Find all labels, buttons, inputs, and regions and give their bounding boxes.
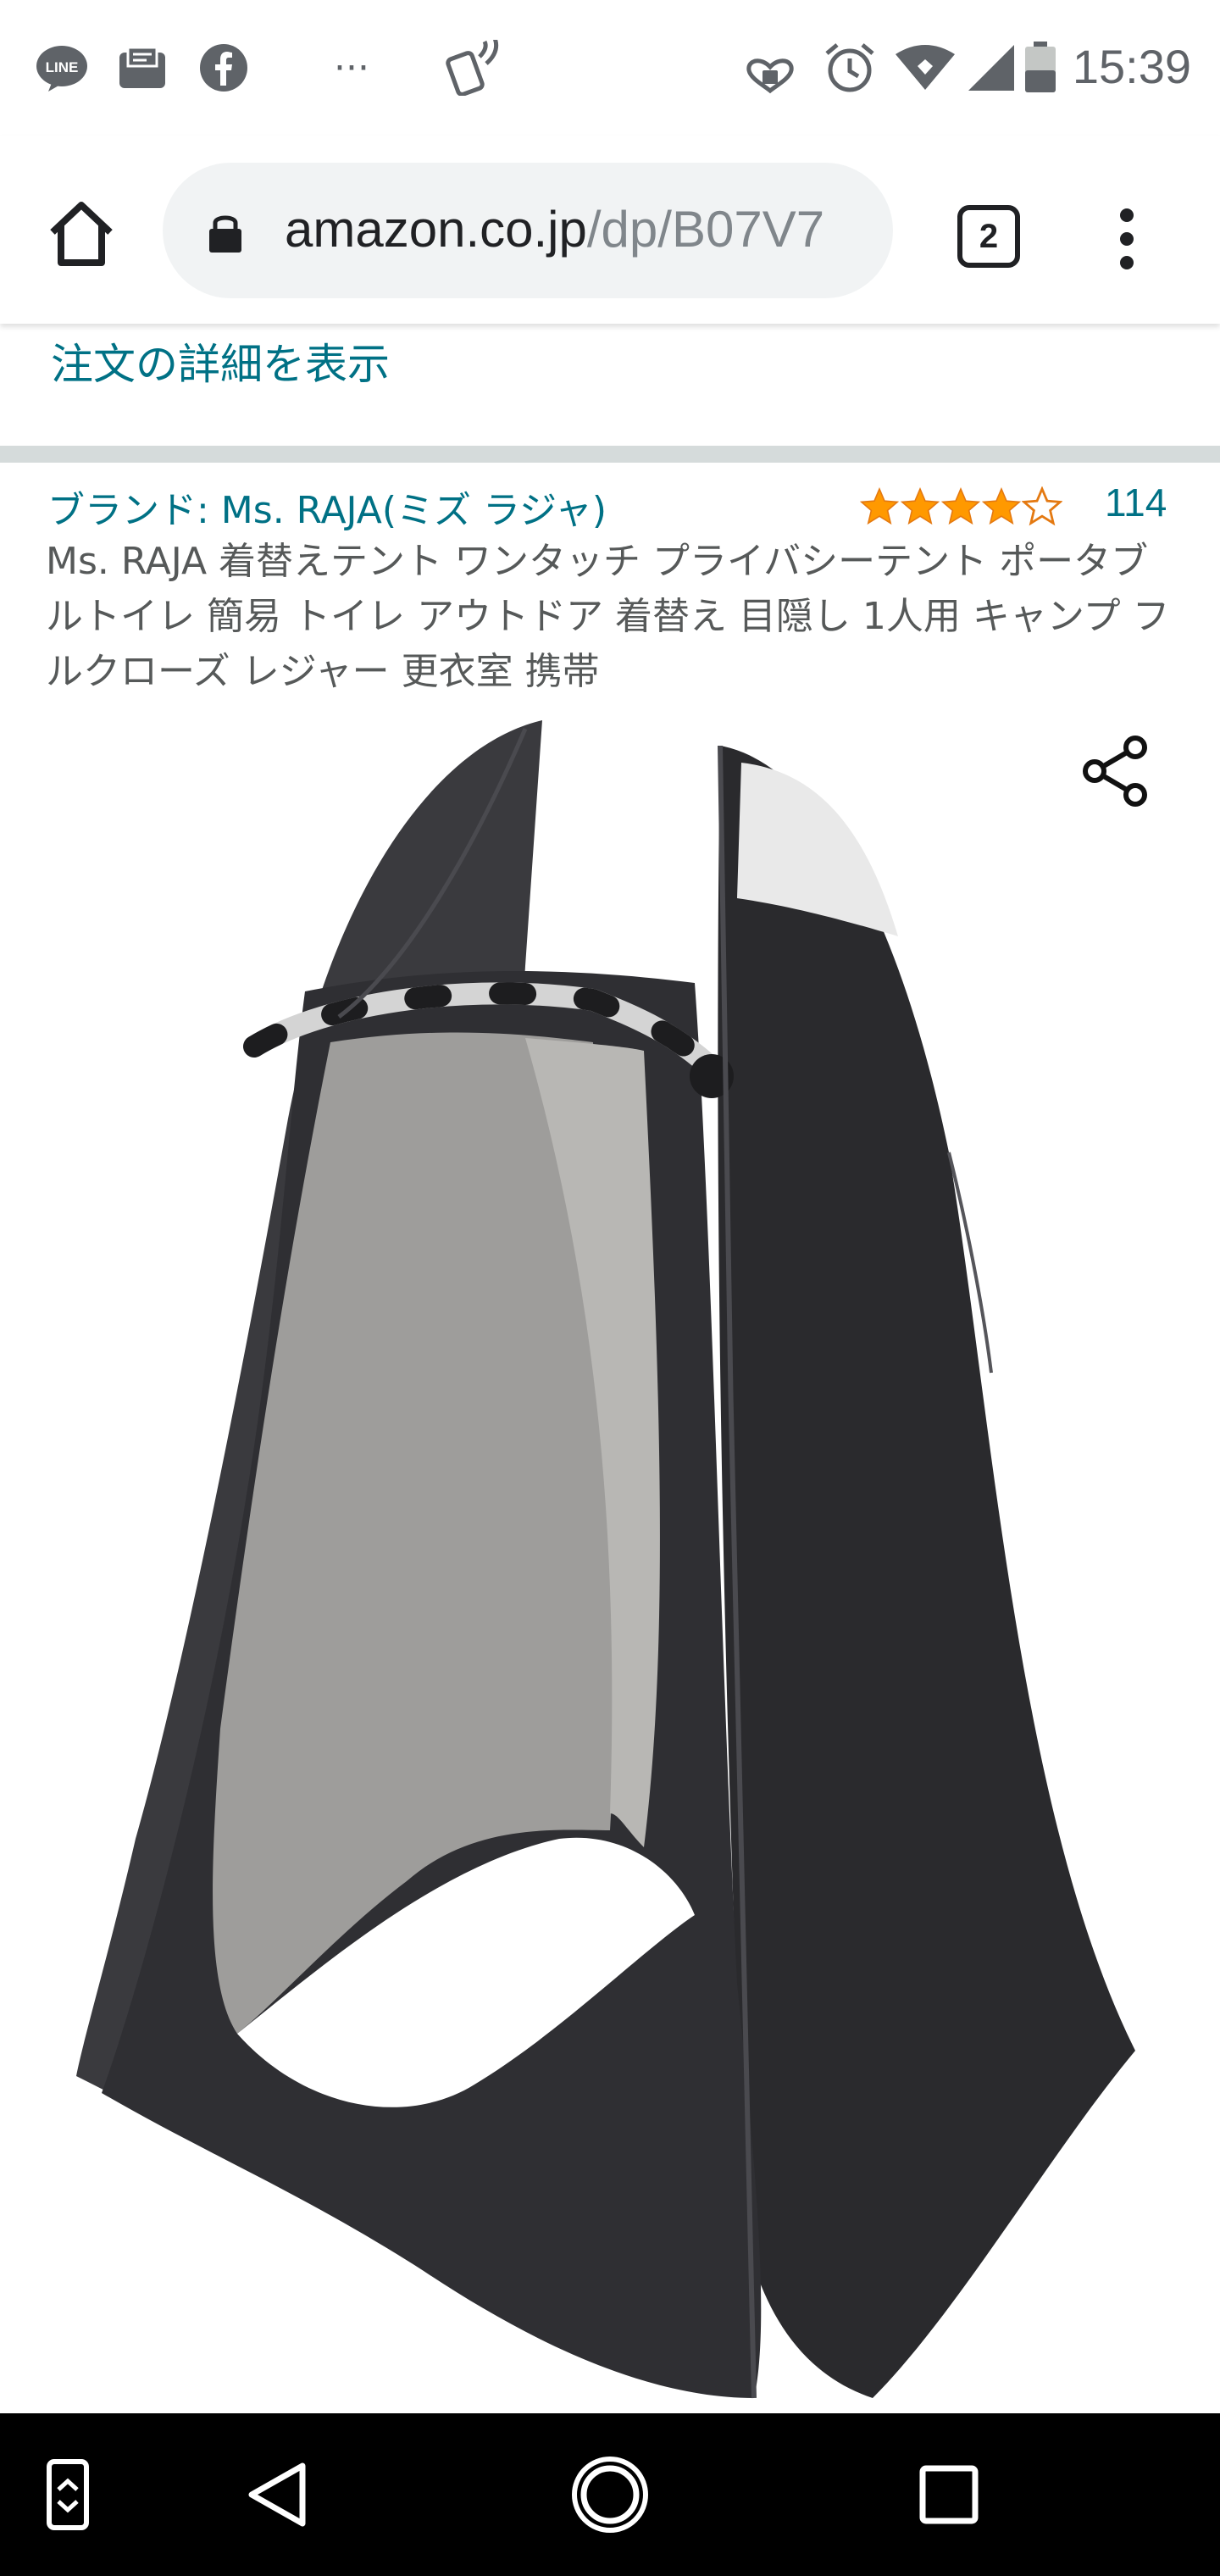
browser-toolbar: amazon.co.jp/dp/B07V7 2 (0, 136, 1220, 324)
star-full-icon (940, 486, 981, 525)
back-button[interactable] (234, 2447, 319, 2542)
order-details-link[interactable]: 注文の詳細を表示 (51, 330, 390, 391)
star-full-icon (981, 486, 1022, 525)
mail-notification-icon (115, 42, 169, 93)
more-vert-icon (1120, 208, 1134, 269)
tab-switcher-button[interactable]: 2 (957, 205, 1020, 268)
line-app-icon: LINE (32, 42, 92, 93)
alarm-icon (822, 42, 878, 93)
share-icon (1083, 736, 1147, 807)
tab-count: 2 (979, 217, 999, 255)
status-bar: LINE ··· 15:39 (0, 0, 1220, 136)
brand-link[interactable]: ブランド: Ms. RAJA(ミズ ラジャ) (47, 480, 607, 534)
star-full-icon (859, 486, 900, 525)
home-circle-icon (572, 2457, 648, 2533)
system-nav-bar (0, 2413, 1220, 2576)
address-bar[interactable]: amazon.co.jp/dp/B07V7 (163, 163, 893, 298)
screenshot-helper-button[interactable] (41, 2447, 95, 2542)
product-image[interactable] (51, 712, 1152, 2407)
heart-lock-icon (742, 42, 798, 94)
recents-button[interactable] (915, 2447, 983, 2542)
star-rating[interactable] (859, 486, 1062, 527)
tent-image (76, 720, 1135, 2399)
facebook-icon (197, 42, 251, 93)
lock-icon (209, 215, 241, 253)
recents-icon (919, 2465, 979, 2524)
home-nav-button[interactable] (566, 2447, 654, 2542)
url-path: /dp/B07V7 (586, 201, 825, 258)
share-button[interactable] (1076, 730, 1157, 812)
signal-icon (964, 42, 1018, 93)
section-divider (0, 446, 1220, 463)
more-dots-icon: ··· (334, 46, 369, 90)
battery-icon (1022, 42, 1059, 93)
browser-menu-button[interactable] (1110, 205, 1144, 273)
star-empty-icon (1022, 486, 1062, 526)
phone-edit-icon (47, 2459, 89, 2530)
product-title: Ms. RAJA 着替えテント ワンタッチ プライバシーテント ポータブルトイレ… (46, 540, 1170, 693)
clock: 15:39 (1072, 40, 1191, 93)
url-text: amazon.co.jp/dp/B07V7 (285, 200, 824, 258)
wifi-icon (893, 42, 957, 93)
home-icon (50, 202, 113, 266)
nfc-icon (444, 40, 505, 96)
svg-text:LINE: LINE (46, 59, 79, 75)
star-full-icon (900, 486, 940, 525)
back-icon (248, 2462, 306, 2527)
review-count-link[interactable]: 114 (1105, 480, 1167, 525)
url-host: amazon.co.jp (285, 201, 587, 258)
home-button[interactable] (44, 197, 119, 271)
